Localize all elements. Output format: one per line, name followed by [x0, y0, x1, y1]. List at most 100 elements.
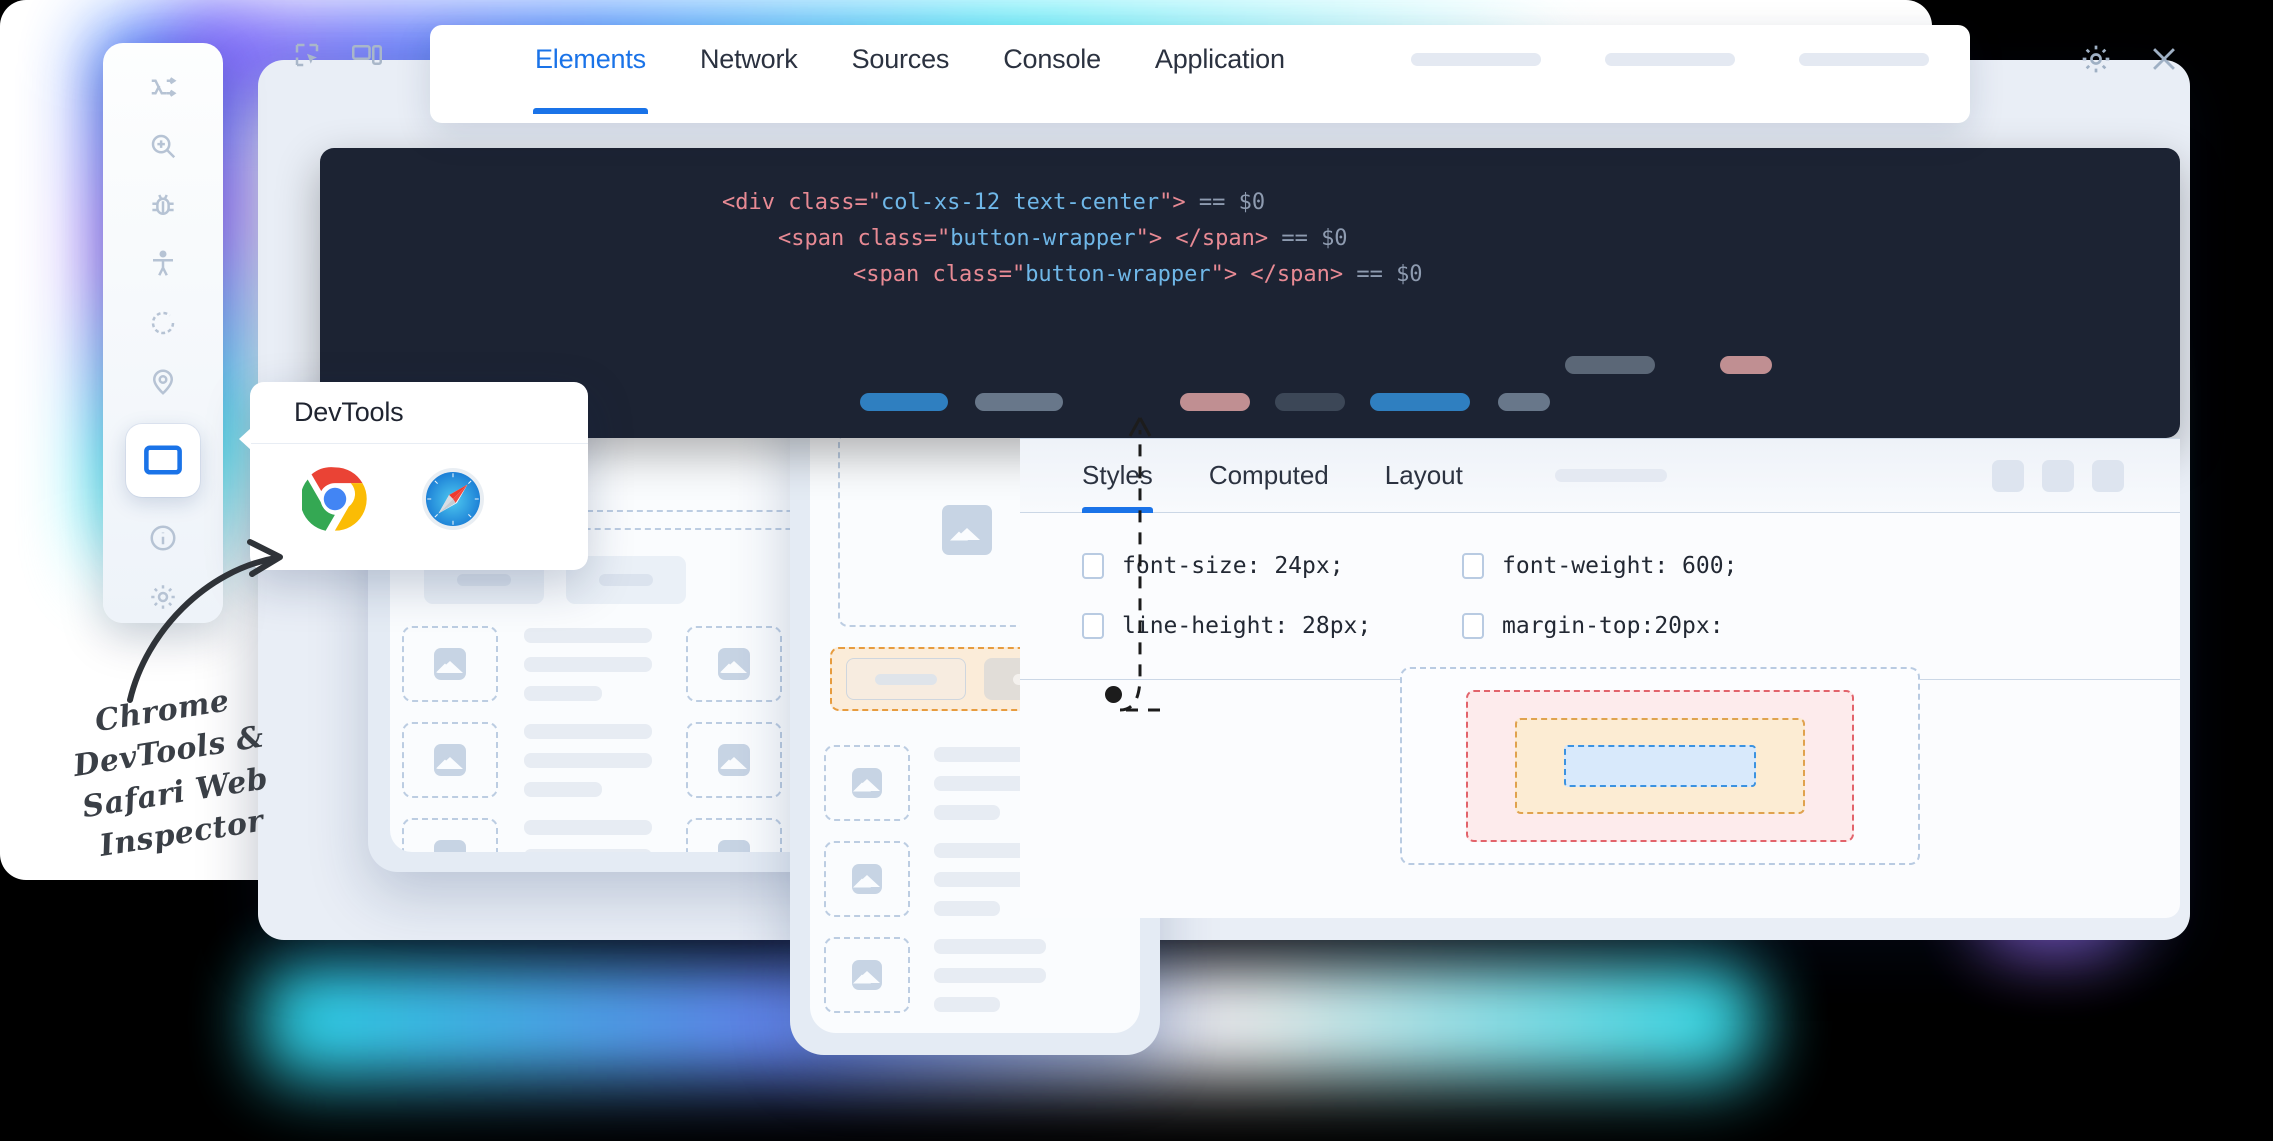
code-placeholder-pill — [1275, 393, 1345, 411]
shuffle-icon[interactable] — [133, 61, 193, 112]
list-item-thumbnail — [402, 626, 498, 702]
list-item[interactable] — [402, 722, 652, 798]
tab-network[interactable]: Network — [700, 25, 798, 93]
code-placeholder-pill — [1720, 356, 1772, 374]
phone-button[interactable] — [846, 658, 966, 700]
callout-anchor-dot — [1105, 686, 1122, 703]
list-item-thumbnail — [824, 937, 910, 1013]
accessibility-icon[interactable] — [133, 238, 193, 289]
list-item[interactable] — [824, 745, 1046, 821]
text-line — [934, 900, 1000, 916]
style-property-text: font-weight: 600; — [1502, 553, 1738, 579]
styles-action-button[interactable] — [2042, 459, 2074, 492]
code-placeholder-pill — [975, 393, 1063, 411]
tab-sources[interactable]: Sources — [852, 25, 950, 93]
style-property-text: margin-top:20px: — [1502, 613, 1724, 639]
list-item-thumbnail — [402, 722, 498, 798]
image-placeholder-icon — [852, 960, 882, 990]
inspect-element-icon[interactable] — [290, 40, 324, 75]
list-item-thumbnail — [686, 818, 782, 852]
box-model-margin — [1466, 690, 1854, 842]
tab-placeholder-pills — [1410, 25, 1929, 93]
list-item[interactable] — [402, 626, 652, 702]
box-model-diagram — [1400, 667, 1920, 865]
list-item-thumbnail — [402, 818, 498, 852]
bug-icon[interactable] — [133, 179, 193, 230]
tab-placeholder-pill — [1410, 52, 1541, 66]
illustration-stage: Elements Network Sources Console Applica… — [0, 0, 2273, 1141]
devtools-toolbar — [290, 40, 384, 75]
browser-window-icon[interactable] — [126, 423, 200, 497]
style-property-checkbox[interactable] — [1462, 613, 1484, 639]
style-property[interactable]: margin-top:20px: — [1462, 613, 2180, 639]
list-item-text — [524, 819, 652, 852]
tab-console[interactable]: Console — [1003, 25, 1101, 93]
list-item-thumbnail — [824, 745, 910, 821]
code-line[interactable]: <div class="col-xs-12 text-center"> == $… — [722, 190, 1265, 215]
text-line — [524, 752, 652, 768]
text-line — [524, 656, 652, 672]
image-placeholder-icon — [852, 864, 882, 894]
close-icon[interactable] — [2147, 42, 2181, 81]
code-placeholder-pill — [1180, 393, 1250, 411]
devtools-popover-title: DevTools — [250, 382, 588, 444]
code-line[interactable]: <span class="button-wrapper"> </span> ==… — [778, 226, 1348, 251]
styles-action-button[interactable] — [2092, 459, 2124, 492]
list-item[interactable] — [824, 937, 1046, 1013]
tab-layout[interactable]: Layout — [1385, 439, 1463, 513]
text-line — [524, 627, 652, 643]
styles-action-button[interactable] — [1992, 459, 2024, 492]
image-placeholder-icon — [718, 840, 750, 852]
safari-icon[interactable] — [420, 466, 486, 532]
text-line — [524, 781, 602, 797]
window-controls — [2079, 42, 2181, 81]
style-property-checkbox[interactable] — [1462, 553, 1484, 579]
text-line — [524, 848, 652, 852]
list-item-thumbnail — [686, 626, 782, 702]
reload-icon[interactable] — [133, 298, 193, 349]
box-model-content — [1564, 745, 1756, 787]
text-line — [934, 804, 1000, 820]
list-item[interactable] — [402, 818, 652, 852]
image-placeholder-icon — [852, 768, 882, 798]
elements-code-panel: <div class="col-xs-12 text-center"> == $… — [320, 148, 2180, 438]
devtools-tabbar: Elements Network Sources Console Applica… — [430, 25, 1970, 123]
list-item-text — [934, 938, 1046, 1012]
image-placeholder-icon — [434, 648, 466, 680]
image-placeholder-icon — [942, 504, 992, 555]
tab-placeholder-pill — [1798, 52, 1929, 66]
styles-placeholder-pill — [1554, 469, 1667, 482]
tab-elements[interactable]: Elements — [533, 25, 648, 114]
annotation-arrow — [127, 539, 283, 703]
image-placeholder-icon — [434, 744, 466, 776]
code-placeholder-pill — [1565, 356, 1655, 374]
styles-action-buttons — [1992, 459, 2124, 492]
code-placeholder-pill — [1498, 393, 1550, 411]
text-line — [934, 996, 1000, 1012]
tab-list: Elements Network Sources Console Applica… — [430, 25, 1929, 114]
code-line[interactable]: <span class="button-wrapper"> </span> ==… — [853, 262, 1423, 287]
tab-placeholder-pill — [1604, 52, 1735, 66]
list-item-thumbnail — [686, 722, 782, 798]
list-item-thumbnail — [824, 841, 910, 917]
image-placeholder-icon — [718, 648, 750, 680]
zoom-in-icon[interactable] — [133, 120, 193, 171]
image-placeholder-icon — [718, 744, 750, 776]
box-model-padding — [1515, 718, 1805, 814]
text-line — [524, 723, 652, 739]
location-pin-icon[interactable] — [133, 357, 193, 408]
style-property[interactable]: font-weight: 600; — [1462, 553, 2180, 579]
gear-icon[interactable] — [2079, 42, 2113, 81]
text-line — [524, 819, 652, 835]
tab-application[interactable]: Application — [1155, 25, 1285, 93]
list-item-text — [524, 723, 652, 797]
callout-connector — [1119, 417, 1160, 712]
text-line — [934, 938, 1046, 954]
code-placeholder-pill — [1370, 393, 1470, 411]
image-placeholder-icon — [434, 840, 466, 852]
text-line — [524, 685, 602, 701]
text-line — [934, 967, 1046, 983]
code-placeholder-pill — [860, 393, 948, 411]
list-item[interactable] — [824, 841, 1046, 917]
device-toolbar-icon[interactable] — [350, 40, 384, 75]
